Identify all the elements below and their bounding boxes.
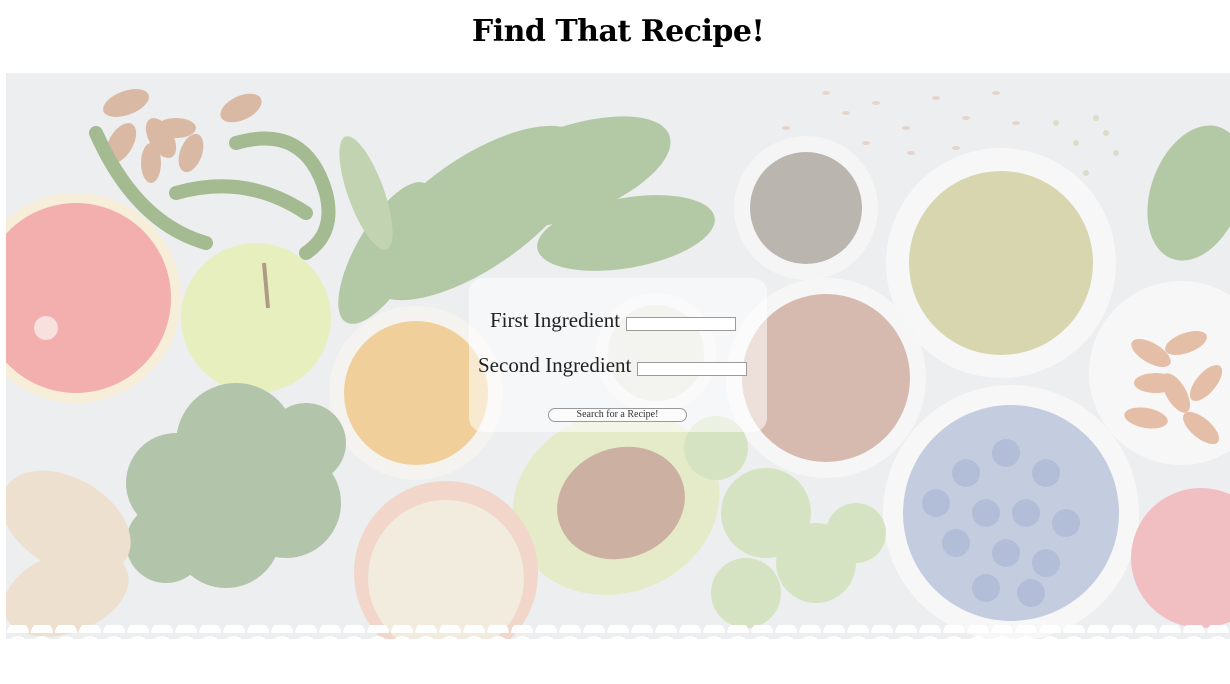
first-ingredient-label: First Ingredient bbox=[490, 308, 621, 332]
search-recipe-button[interactable]: Search for a Recipe! bbox=[548, 408, 687, 422]
first-ingredient-input[interactable] bbox=[626, 316, 737, 331]
page-title: Find That Recipe! bbox=[471, 14, 765, 49]
first-ingredient-row: First Ingredient bbox=[490, 308, 737, 333]
second-ingredient-label: Second Ingredient bbox=[478, 353, 632, 377]
second-ingredient-row: Second Ingredient bbox=[478, 353, 748, 378]
second-ingredient-input[interactable] bbox=[637, 361, 748, 376]
